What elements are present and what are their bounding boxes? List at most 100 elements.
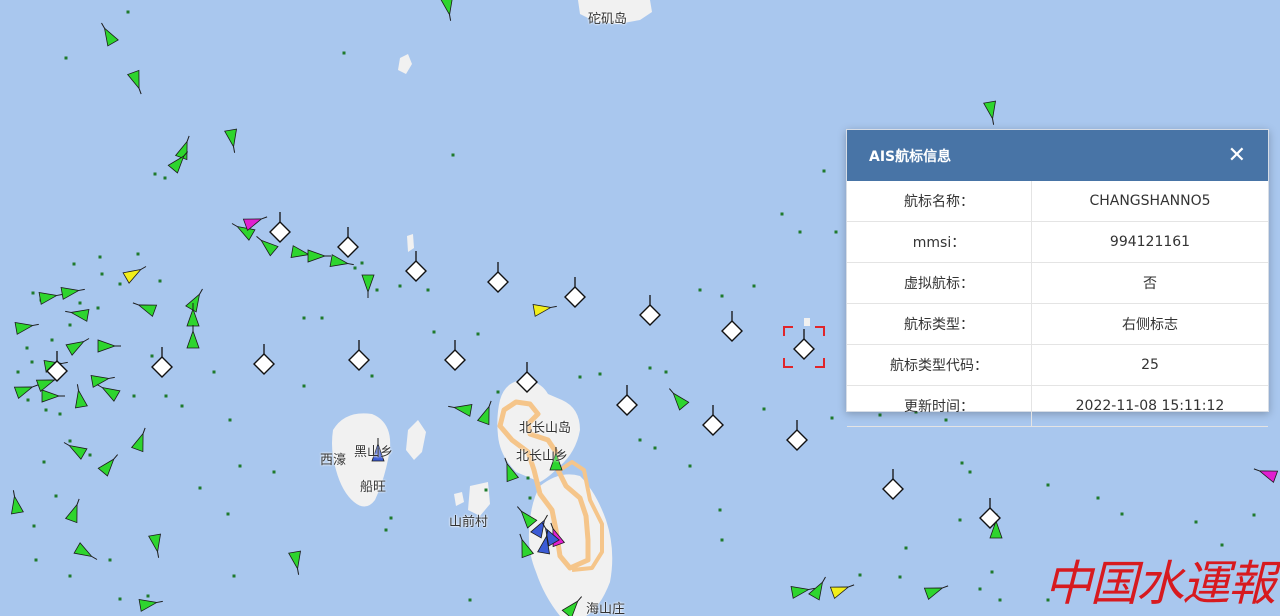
vessel-dot[interactable] (164, 394, 168, 398)
vessel-dot[interactable] (375, 288, 379, 292)
vessel-dot[interactable] (118, 597, 122, 601)
vessel-marker[interactable] (476, 399, 497, 426)
aton-marker[interactable] (444, 340, 466, 371)
vessel-marker-yellow[interactable] (532, 300, 558, 317)
vessel-dot[interactable] (664, 370, 668, 374)
vessel-dot[interactable] (752, 284, 756, 288)
vessel-dot[interactable] (78, 301, 82, 305)
vessel-dot[interactable] (44, 408, 48, 412)
vessel-marker-magenta[interactable] (1252, 463, 1279, 484)
vessel-dot[interactable] (180, 404, 184, 408)
vessel-dot[interactable] (451, 153, 455, 157)
vessel-dot[interactable] (834, 230, 838, 234)
vessel-dot[interactable] (688, 464, 692, 468)
vessel-dot[interactable] (153, 172, 157, 176)
vessel-dot[interactable] (163, 176, 167, 180)
aton-marker[interactable] (405, 251, 427, 282)
aton-marker[interactable] (786, 420, 808, 451)
vessel-marker[interactable] (7, 489, 24, 515)
vessel-dot[interactable] (25, 346, 29, 350)
vessel-dot[interactable] (432, 330, 436, 334)
vessel-marker[interactable] (13, 379, 40, 400)
vessel-marker-yellow[interactable] (122, 261, 149, 284)
vessel-marker-magenta[interactable] (242, 211, 269, 232)
vessel-marker[interactable] (97, 451, 122, 477)
vessel-dot[interactable] (226, 512, 230, 516)
vessel-dot[interactable] (960, 461, 964, 465)
vessel-marker[interactable] (126, 69, 147, 96)
vessel-marker[interactable] (38, 288, 64, 305)
vessel-marker[interactable] (61, 437, 88, 460)
vessel-dot[interactable] (578, 375, 582, 379)
aton-marker[interactable] (721, 311, 743, 342)
vessel-dot[interactable] (398, 284, 402, 288)
vessel-dot[interactable] (598, 372, 602, 376)
vessel-marker[interactable] (71, 383, 88, 409)
aton-marker[interactable] (882, 469, 904, 500)
aton-marker[interactable] (348, 340, 370, 371)
vessel-dot[interactable] (34, 558, 38, 562)
vessel-marker[interactable] (561, 593, 586, 616)
vessel-dot[interactable] (484, 488, 488, 492)
vessel-dot[interactable] (16, 370, 20, 374)
vessel-dot[interactable] (648, 366, 652, 370)
vessel-dot[interactable] (320, 316, 324, 320)
vessel-dot[interactable] (526, 476, 530, 480)
vessel-dot[interactable] (1120, 512, 1124, 516)
vessel-marker[interactable] (665, 385, 690, 411)
vessel-marker[interactable] (130, 426, 151, 453)
vessel-marker[interactable] (174, 134, 195, 161)
aton-marker[interactable] (487, 262, 509, 293)
vessel-marker[interactable] (96, 20, 119, 47)
vessel-dot[interactable] (68, 439, 72, 443)
vessel-dot[interactable] (1194, 520, 1198, 524)
vessel-dot[interactable] (58, 412, 62, 416)
vessel-dot[interactable] (998, 598, 1002, 602)
vessel-dot[interactable] (718, 508, 722, 512)
vessel-dot[interactable] (32, 524, 36, 528)
vessel-marker[interactable] (224, 128, 241, 154)
vessel-marker[interactable] (983, 100, 1000, 126)
vessel-dot[interactable] (762, 407, 766, 411)
aton-marker[interactable] (793, 329, 815, 360)
vessel-dot[interactable] (653, 446, 657, 450)
vessel-dot[interactable] (31, 291, 35, 295)
vessel-marker[interactable] (41, 389, 65, 403)
aton-marker[interactable] (702, 405, 724, 436)
vessel-dot[interactable] (98, 255, 102, 259)
vessel-marker[interactable] (923, 580, 950, 601)
vessel-dot[interactable] (384, 528, 388, 532)
aton-marker[interactable] (337, 227, 359, 258)
vessel-marker[interactable] (14, 318, 40, 335)
vessel-dot[interactable] (158, 279, 162, 283)
aton-marker[interactable] (269, 212, 291, 243)
vessel-dot[interactable] (30, 360, 34, 364)
vessel-dot[interactable] (990, 570, 994, 574)
vessel-dot[interactable] (146, 594, 150, 598)
vessel-dot[interactable] (968, 470, 972, 474)
vessel-dot[interactable] (232, 574, 236, 578)
vessel-dot[interactable] (72, 262, 76, 266)
vessel-dot[interactable] (904, 546, 908, 550)
vessel-marker[interactable] (97, 339, 121, 353)
aton-marker[interactable] (616, 385, 638, 416)
vessel-dot[interactable] (126, 10, 130, 14)
aton-marker[interactable] (253, 344, 275, 375)
map-canvas[interactable]: 砣矶岛 北长山岛 北长山乡 黑山乡 西濠 船旺 山前村 海山庄 AIS航标信息 ✕ 航标名称：… (0, 0, 1280, 616)
vessel-dot[interactable] (68, 574, 72, 578)
vessel-dot[interactable] (978, 587, 982, 591)
vessel-marker[interactable] (138, 595, 164, 612)
vessel-dot[interactable] (150, 354, 154, 358)
vessel-dot[interactable] (370, 374, 374, 378)
vessel-dot[interactable] (228, 418, 232, 422)
vessel-dot[interactable] (1252, 513, 1256, 517)
vessel-dot[interactable] (272, 470, 276, 474)
aton-marker[interactable] (639, 295, 661, 326)
vessel-marker[interactable] (60, 283, 86, 300)
vessel-dot[interactable] (118, 282, 122, 286)
vessel-dot[interactable] (302, 384, 306, 388)
vessel-dot[interactable] (136, 252, 140, 256)
aton-marker[interactable] (516, 362, 538, 393)
vessel-marker[interactable] (90, 371, 116, 388)
vessel-marker[interactable] (361, 274, 375, 298)
